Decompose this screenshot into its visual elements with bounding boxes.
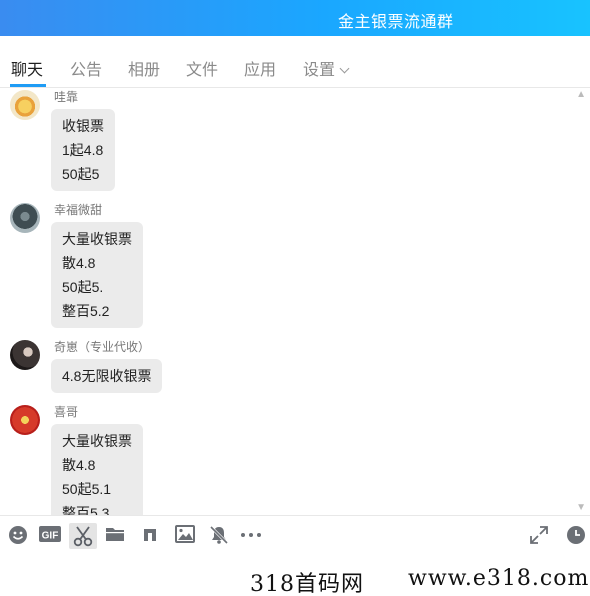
sender-name[interactable]: 幸福微甜 — [54, 201, 102, 218]
avatar[interactable] — [10, 90, 40, 120]
tab-settings[interactable]: 设置 — [303, 56, 350, 80]
chevron-down-icon — [339, 63, 350, 74]
tab-announcement[interactable]: 公告 — [70, 56, 102, 80]
tab-album[interactable]: 相册 — [128, 56, 160, 80]
message-bubble[interactable]: 大量收银票 散4.8 50起5.1 整百5.3 — [51, 424, 143, 515]
message-bubble[interactable]: 收银票 1起4.8 50起5 — [51, 109, 115, 191]
history-clock-icon[interactable] — [566, 525, 588, 547]
message-line: 整百5.2 — [62, 303, 110, 319]
image-icon[interactable] — [175, 525, 197, 547]
sender-name[interactable]: 哇靠 — [54, 88, 78, 105]
bell-off-icon[interactable] — [209, 525, 231, 547]
message-line: 散4.8 — [62, 457, 96, 473]
message-line: 50起5 — [62, 166, 100, 182]
message-line: 1起4.8 — [62, 142, 104, 158]
active-tab-indicator — [10, 84, 46, 87]
message-line: 整百5.3 — [62, 505, 110, 515]
title-bar: 金主银票流通群 — [0, 0, 590, 36]
gif-icon[interactable]: GIF — [39, 525, 63, 547]
message-line: 大量收银票 — [62, 231, 132, 247]
tab-files[interactable]: 文件 — [186, 56, 218, 80]
watermark-site-name: 318首码网 — [250, 572, 364, 596]
sender-name[interactable]: 奇崽（专业代收） — [54, 338, 150, 355]
input-toolbar: GIF — [0, 515, 590, 557]
message-bubble[interactable]: 4.8无限收银票 — [51, 359, 163, 393]
tab-chat[interactable]: 聊天 — [11, 56, 43, 80]
message-line: 50起5. — [62, 279, 104, 295]
gif-label: GIF — [42, 531, 59, 542]
message-line: 收银票 — [62, 118, 104, 134]
avatar[interactable] — [10, 405, 40, 435]
folder-icon[interactable] — [105, 525, 127, 547]
scroll-down-arrow-icon[interactable]: ▼ — [576, 502, 586, 513]
group-title: 金主银票流通群 — [338, 14, 454, 31]
avatar[interactable] — [10, 340, 40, 370]
message-line: 50起5.1 — [62, 481, 112, 497]
tab-bar: 聊天 公告 相册 文件 应用 设置 — [0, 36, 590, 88]
message-bubble[interactable]: 大量收银票 散4.8 50起5. 整百5.2 — [51, 222, 143, 328]
sender-name[interactable]: 喜哥 — [54, 403, 78, 420]
tab-settings-label: 设置 — [303, 62, 336, 79]
message-line: 4.8无限收银票 — [62, 368, 152, 384]
emoji-icon[interactable] — [8, 525, 30, 547]
avatar[interactable] — [10, 203, 40, 233]
scroll-up-arrow-icon[interactable]: ▲ — [576, 89, 586, 100]
music-note-icon[interactable] — [140, 525, 162, 547]
more-icon[interactable] — [240, 525, 262, 547]
scissors-icon[interactable] — [69, 523, 97, 549]
chat-area[interactable]: ▲ 哇靠 收银票 1起4.8 50起5 幸福微甜 大量收银票 散4.8 50起5… — [0, 88, 590, 515]
watermark-url: www.e318.com — [408, 566, 590, 591]
tab-apps[interactable]: 应用 — [244, 56, 276, 80]
message-line: 散4.8 — [62, 255, 96, 271]
expand-icon[interactable] — [529, 525, 551, 547]
message-line: 大量收银票 — [62, 433, 132, 449]
